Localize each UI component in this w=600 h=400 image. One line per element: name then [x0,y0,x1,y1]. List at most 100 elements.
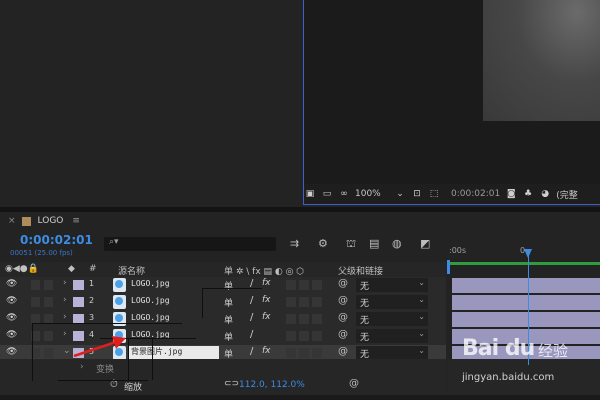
layer-row[interactable]: 👁 › 2 LOGO.jpg 单 / fx @ 无 ⌄ [0,294,446,312]
motion-blur-icon[interactable]: ◍ [392,237,402,250]
lock-switch[interactable] [44,331,53,341]
pick-whip-icon[interactable]: @ [338,346,348,357]
fx-switch[interactable]: fx [262,312,271,322]
pick-whip-icon[interactable]: @ [338,295,348,306]
fx-switch[interactable]: fx [262,346,271,356]
eye-icon[interactable]: 👁 [6,313,17,323]
graph-editor-icon[interactable]: ◩ [420,237,430,250]
chevron-right-icon[interactable]: › [63,312,67,322]
parent-dropdown[interactable]: 无 ⌄ [356,346,428,360]
composition-tab-label[interactable]: LOGO [38,216,64,226]
layer-name-input[interactable]: 背景图片.jpg [129,346,219,359]
channel-icon[interactable]: ♣ [522,189,534,199]
pick-whip-icon[interactable]: @ [338,312,348,323]
work-area-start-handle[interactable] [447,260,450,274]
shy-layers-icon[interactable]: ⛫ [346,237,356,252]
pick-whip-icon[interactable]: @ [349,378,359,389]
layer-label-swatch[interactable] [73,297,84,307]
transform-row[interactable] [0,359,446,377]
frame-blend-switch[interactable] [286,314,296,324]
solo-switch[interactable] [31,280,40,290]
layer-row[interactable]: 👁 › 4 LOGO.jpg 单 / @ 无 ⌄ [0,328,446,346]
lock-switch[interactable] [44,297,53,307]
viewer-timecode[interactable]: 0:00:02:01 [451,189,500,199]
frame-blending-icon[interactable]: ▤ [369,237,379,250]
fit-icon[interactable]: ⊡ [411,189,423,199]
pick-whip-icon[interactable]: @ [338,329,348,340]
eye-icon[interactable]: 👁 [6,279,17,289]
frame-blend-switch[interactable] [286,297,296,307]
constrain-proportions-icon[interactable]: ⊂⊃ [224,379,239,389]
chevron-right-icon[interactable]: › [63,278,67,288]
shy-switch[interactable]: 单 [224,296,233,309]
source-name-header[interactable]: 源名称 [118,264,145,277]
layer-name[interactable]: LOGO.jpg [131,279,170,288]
draft-3d-icon[interactable]: ⚙ [318,237,328,250]
panel-menu-icon[interactable]: ≡ [72,216,80,226]
composition-tab[interactable]: × LOGO ≡ [0,212,600,230]
quality-switch[interactable]: / [250,346,253,357]
switches-header[interactable]: 单 ✲ \ fx ▤ ◐ ◎ ⬡ [224,264,304,277]
transform-label[interactable]: 变换 [96,362,114,375]
zoom-chevron-icon[interactable]: ⌄ [394,189,406,199]
vr-goggles-icon[interactable]: ∞ [338,189,350,199]
3d-layer-switch[interactable] [312,314,322,324]
layer-label-swatch[interactable] [73,280,84,290]
motion-blur-switch[interactable] [299,280,309,290]
3d-layer-switch[interactable] [312,348,322,358]
eye-icon[interactable]: 👁 [6,347,17,357]
shy-switch[interactable]: 单 [224,330,233,343]
layer-number-header[interactable]: # [89,264,97,274]
camera-icon[interactable]: ◙ [505,189,517,199]
fx-switch[interactable]: fx [262,278,271,288]
lock-switch[interactable] [44,280,53,290]
solo-switch[interactable] [31,297,40,307]
3d-layer-switch[interactable] [312,297,322,307]
resolution-dropdown[interactable]: (完整 [556,188,578,201]
motion-blur-switch[interactable] [299,297,309,307]
fx-switch[interactable]: fx [262,295,271,305]
region-icon[interactable]: ⬚ [428,189,440,199]
zoom-dropdown[interactable]: 100% [355,189,389,199]
pick-whip-icon[interactable]: @ [338,278,348,289]
parent-dropdown[interactable]: 无 ⌄ [356,329,428,343]
av-features-icon[interactable]: ◉◀●🔒 [5,264,39,274]
color-icon[interactable]: ◕ [539,189,551,199]
layer-search-input[interactable] [104,237,276,251]
3d-layer-switch[interactable] [312,331,322,341]
shy-switch[interactable]: 单 [224,313,233,326]
layer-duration-bar[interactable] [452,295,600,310]
3d-layer-switch[interactable] [312,280,322,290]
frame-blend-switch[interactable] [286,280,296,290]
eye-icon[interactable]: 👁 [6,330,17,340]
playhead-handle[interactable] [524,249,532,258]
current-time-display[interactable]: 0:00:02:01 [20,233,93,247]
lock-switch[interactable] [44,348,53,358]
scale-value[interactable]: 112.0, 112.0% [239,380,305,390]
chevron-right-icon[interactable]: › [80,362,84,372]
parent-dropdown[interactable]: 无 ⌄ [356,278,428,292]
parent-dropdown[interactable]: 无 ⌄ [356,295,428,309]
parent-dropdown[interactable]: 无 ⌄ [356,312,428,326]
layer-duration-bar[interactable] [452,278,600,293]
parent-link-header[interactable]: 父级和链接 [338,264,383,277]
layer-name[interactable]: LOGO.jpg [131,296,170,305]
work-area-bar[interactable] [447,262,600,265]
composition-canvas[interactable] [483,0,600,121]
quality-switch[interactable]: / [250,329,253,340]
comp-mini-flowchart-icon[interactable]: ⇉ [290,237,299,250]
chevron-right-icon[interactable]: › [63,295,67,305]
quality-switch[interactable]: / [250,312,253,323]
layer-duration-bar[interactable] [452,312,600,327]
always-preview-icon[interactable]: ▣ [304,189,316,199]
layer-row[interactable]: 👁 › 3 LOGO.jpg 单 / fx @ 无 ⌄ [0,311,446,329]
frame-blend-switch[interactable] [286,331,296,341]
layer-name[interactable]: LOGO.jpg [131,313,170,322]
close-icon[interactable]: × [8,216,16,226]
motion-blur-switch[interactable] [299,348,309,358]
frame-blend-switch[interactable] [286,348,296,358]
chevron-right-icon[interactable]: › [63,329,67,339]
layer-row[interactable]: 👁 › 1 LOGO.jpg 单 / fx @ 无 ⌄ [0,277,446,295]
label-column-icon[interactable]: ◆ [68,264,75,274]
motion-blur-switch[interactable] [299,314,309,324]
